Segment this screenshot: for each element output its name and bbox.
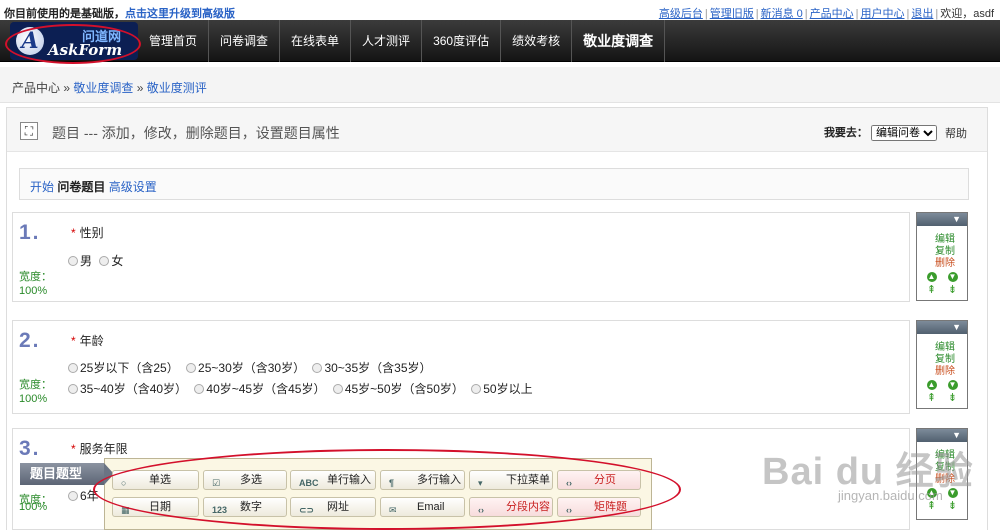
upgrade-link[interactable]: 点击这里升级到高级版: [125, 8, 235, 20]
option-age-5[interactable]: 40岁~45岁（含45岁）: [194, 382, 325, 396]
breadcrumb-root: 产品中心: [12, 81, 61, 95]
nav-item-engagement[interactable]: 敬业度调查: [572, 20, 666, 62]
copy-link[interactable]: 复制: [923, 354, 967, 366]
plan-notice: 你目前使用的是基础版，点击这里升级到高级版: [4, 5, 235, 21]
nav-item-survey[interactable]: 问卷调查: [209, 20, 281, 62]
question-toolbox: ▼ 编辑 复制 删除 ▲ ▼ ⇞ ⇟: [916, 320, 968, 409]
move-bottom-icon[interactable]: ⇟: [948, 392, 957, 404]
messages-link[interactable]: 新消息 0: [761, 8, 803, 20]
panel-title: 题目 --- 添加，修改，删除题目，设置题目属性: [52, 125, 340, 141]
panel-header: ⛶ 题目 --- 添加，修改，删除题目，设置题目属性 我要去： 编辑问卷 帮助: [7, 108, 987, 152]
move-up-icon[interactable]: ▲: [926, 272, 937, 282]
question-title: * 服务年限: [71, 442, 128, 456]
question-number: 2.: [19, 329, 41, 352]
breadcrumb: 产品中心 » 敬业度调查 » 敬业度测评: [0, 67, 1000, 103]
palette-highlight-ring: [93, 449, 681, 530]
breadcrumb-engagement-test[interactable]: 敬业度测评: [147, 81, 207, 95]
breadcrumb-sep: »: [63, 81, 71, 95]
question-number: 1.: [19, 221, 41, 244]
option-age-6[interactable]: 45岁~50岁（含50岁）: [332, 382, 464, 396]
baidu-watermark-url: jingyan.baidu.com: [838, 488, 943, 503]
toolbox-menu-icon[interactable]: ▼: [917, 321, 967, 334]
option-female[interactable]: 女: [99, 254, 123, 268]
breadcrumb-engagement[interactable]: 敬业度调查: [73, 81, 133, 95]
question-number: 3.: [19, 437, 41, 460]
option-male[interactable]: 男: [68, 254, 92, 268]
move-up-icon[interactable]: ▲: [926, 380, 937, 390]
goto-control: 我要去： 编辑问卷: [824, 124, 937, 141]
toolbox-menu-icon[interactable]: ▼: [917, 213, 967, 226]
option-age-2[interactable]: 25~30岁（含30岁）: [186, 361, 305, 375]
option-age-4[interactable]: 35~40岁（含40岁）: [68, 382, 187, 396]
goto-select[interactable]: 编辑问卷: [871, 125, 937, 141]
question-card[interactable]: 1. * 性别 男 女 宽度： 100%: [12, 212, 910, 302]
move-down-icon[interactable]: ▼: [947, 380, 958, 390]
old-admin-link[interactable]: 管理旧版: [710, 8, 754, 20]
plan-notice-text: 你目前使用的是基础版，: [4, 8, 125, 20]
question-title: * 性别: [71, 226, 104, 240]
move-bottom-icon[interactable]: ⇟: [948, 284, 957, 296]
breadcrumb-sep: »: [136, 81, 144, 95]
question-card[interactable]: 2. * 年龄 25岁以下（含25） 25~30岁（含30岁） 30~35岁（含3…: [12, 320, 910, 414]
nav-item-talent[interactable]: 人才测评: [351, 20, 423, 62]
width-label: 宽度：: [19, 271, 52, 283]
nav-item-performance[interactable]: 绩效考核: [501, 20, 573, 62]
welcome-text: 欢迎，asdf: [940, 8, 994, 20]
question-type-label: 题目题型: [20, 463, 114, 485]
top-links: 高级后台 | 管理旧版 | 新消息 0 | 产品中心 | 用户中心 | 退出 | 欢迎，asdf: [658, 8, 994, 20]
width-value: 100%: [19, 393, 48, 405]
user-center-link[interactable]: 用户中心: [860, 8, 904, 20]
step-advanced[interactable]: 高级设置: [109, 180, 157, 194]
move-down-icon[interactable]: ▼: [947, 272, 958, 282]
logout-link[interactable]: 退出: [911, 8, 933, 20]
expand-icon[interactable]: ⛶: [20, 122, 38, 140]
top-notice-bar: 你目前使用的是基础版，点击这里升级到高级版 高级后台 | 管理旧版 | 新消息 0 | 产品…: [0, 0, 1000, 20]
question-title: * 年龄: [71, 334, 104, 348]
nav-item-360[interactable]: 360度评估: [422, 20, 502, 62]
question-toolbox: ▼ 编辑 复制 删除 ▲ ▼ ⇞ ⇟: [916, 212, 968, 301]
move-top-icon[interactable]: ⇞: [927, 284, 936, 296]
nav-item-form[interactable]: 在线表单: [280, 20, 352, 62]
question-options: 男 女: [68, 251, 127, 272]
edit-link[interactable]: 编辑: [923, 342, 967, 354]
help-link[interactable]: 帮助: [945, 125, 967, 141]
width-value: 100%: [19, 285, 48, 297]
logo-highlight-ring: [5, 24, 141, 64]
move-top-icon[interactable]: ⇞: [927, 392, 936, 404]
delete-link[interactable]: 删除: [923, 258, 967, 270]
question-options: 25岁以下（含25） 25~30岁（含30岁） 30~35岁（含35岁） 35~…: [68, 358, 537, 400]
step-questions[interactable]: 问卷题目: [57, 180, 105, 194]
baidu-watermark: Bai du 经验: [762, 451, 974, 493]
width-label: 宽度：: [19, 379, 52, 391]
nav-item-home[interactable]: 管理首页: [138, 20, 210, 62]
delete-link[interactable]: 删除: [923, 366, 967, 378]
step-tabs: 开始 问卷题目 高级设置: [19, 168, 969, 200]
nav-menu: 管理首页 问卷调查 在线表单 人才测评 360度评估 绩效考核 敬业度调查: [138, 20, 666, 62]
edit-link[interactable]: 编辑: [923, 234, 967, 246]
move-bottom-icon[interactable]: ⇟: [948, 500, 957, 512]
option-age-1[interactable]: 25岁以下（含25）: [68, 361, 179, 375]
product-center-link[interactable]: 产品中心: [810, 8, 854, 20]
advanced-backend-link[interactable]: 高级后台: [659, 8, 703, 20]
option-age-7[interactable]: 50岁以上: [471, 382, 533, 396]
step-start[interactable]: 开始: [30, 180, 54, 194]
goto-label: 我要去：: [823, 127, 868, 139]
option-age-3[interactable]: 30~35岁（含35岁）: [312, 361, 432, 375]
copy-link[interactable]: 复制: [923, 246, 967, 258]
width-value: 100%: [19, 501, 48, 513]
